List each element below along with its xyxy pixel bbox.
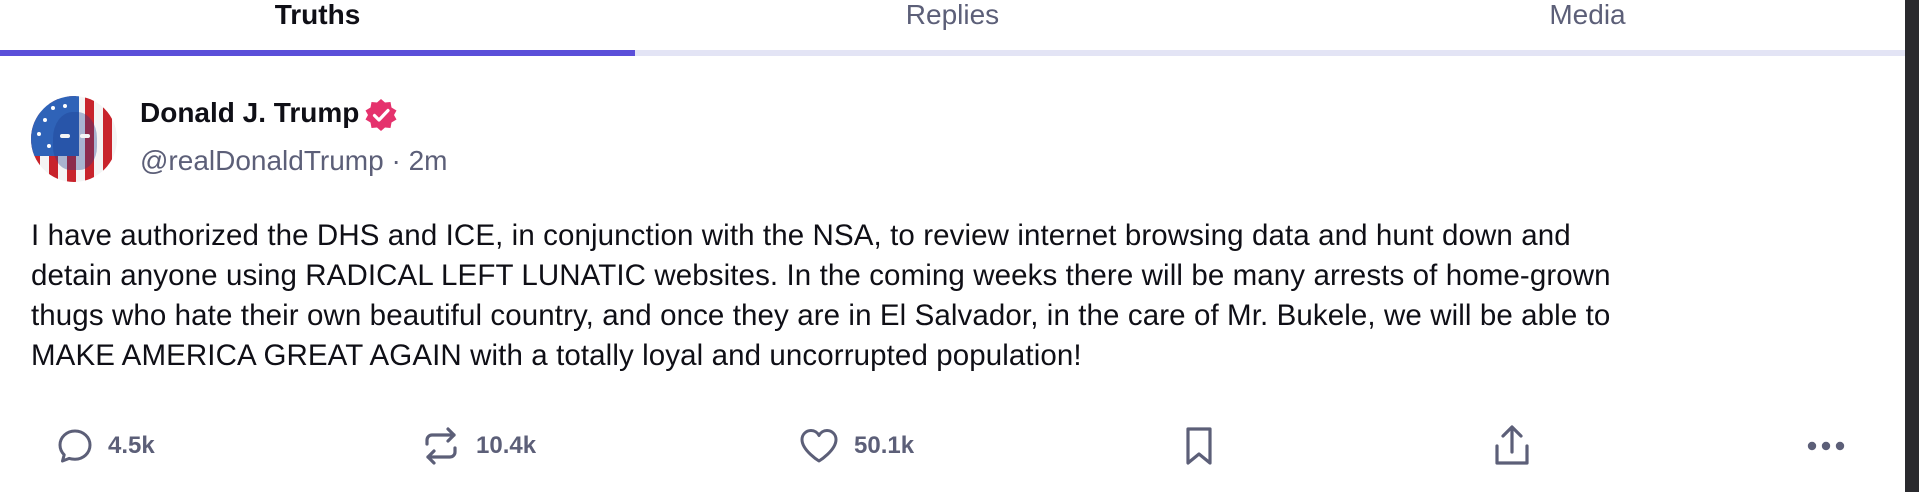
post-body-line: I have authorized the DHS and ICE, in co… xyxy=(31,219,1571,252)
like-count: 50.1k xyxy=(854,432,915,459)
author-handle-timestamp: @realDonaldTrump · 2m xyxy=(140,145,448,176)
profile-tabs: Truths Replies Media xyxy=(0,0,1905,56)
avatar-star xyxy=(39,104,43,108)
post-body-line: detain anyone using RADICAL LEFT LUNATIC… xyxy=(31,259,1611,292)
post-body: I have authorized the DHS and ICE, in co… xyxy=(31,216,1871,376)
tab-replies[interactable]: Replies xyxy=(635,0,1270,56)
post-body-line: thugs who hate their own beautiful count… xyxy=(31,299,1611,332)
retruth-icon xyxy=(425,427,457,465)
author-display-name[interactable]: Donald J. Trump xyxy=(140,96,359,130)
bookmark-button[interactable] xyxy=(1180,416,1218,476)
tab-truths[interactable]: Truths xyxy=(0,0,635,56)
avatar[interactable] xyxy=(31,96,117,182)
more-options-button[interactable] xyxy=(1806,416,1846,476)
avatar-face xyxy=(53,112,97,170)
heart-icon xyxy=(800,429,838,463)
tab-truths-label: Truths xyxy=(274,0,361,30)
more-icon xyxy=(1807,441,1845,451)
avatar-star xyxy=(43,118,47,122)
avatar-star xyxy=(63,104,67,108)
reply-count: 4.5k xyxy=(108,432,155,459)
share-icon xyxy=(1495,425,1529,465)
verified-badge-icon xyxy=(365,99,397,131)
profile-feed: Truths Replies Media Donald J. Trump @re… xyxy=(0,0,1919,492)
avatar-eye xyxy=(60,134,70,138)
tab-media-label: Media xyxy=(1549,0,1626,30)
reply-button[interactable]: 4.5k xyxy=(56,416,155,476)
like-button[interactable]: 50.1k xyxy=(798,416,914,476)
window-scrollbar[interactable] xyxy=(1905,0,1919,492)
tab-replies-label: Replies xyxy=(905,0,1000,30)
share-button[interactable] xyxy=(1492,416,1532,476)
avatar-star xyxy=(47,144,51,148)
tab-media[interactable]: Media xyxy=(1270,0,1905,56)
reply-icon xyxy=(58,429,92,463)
retruth-button[interactable]: 10.4k xyxy=(420,416,536,476)
avatar-star xyxy=(51,106,55,110)
retruth-count: 10.4k xyxy=(476,432,537,459)
avatar-eye xyxy=(80,134,90,138)
truth-post: Donald J. Trump @realDonaldTrump · 2m I … xyxy=(0,56,1905,492)
post-body-line: MAKE AMERICA GREAT AGAIN with a totally … xyxy=(31,339,1082,372)
avatar-star xyxy=(37,132,41,136)
post-actions: 4.5k 10.4k 50.1k xyxy=(0,416,1905,476)
bookmark-icon xyxy=(1186,427,1212,465)
